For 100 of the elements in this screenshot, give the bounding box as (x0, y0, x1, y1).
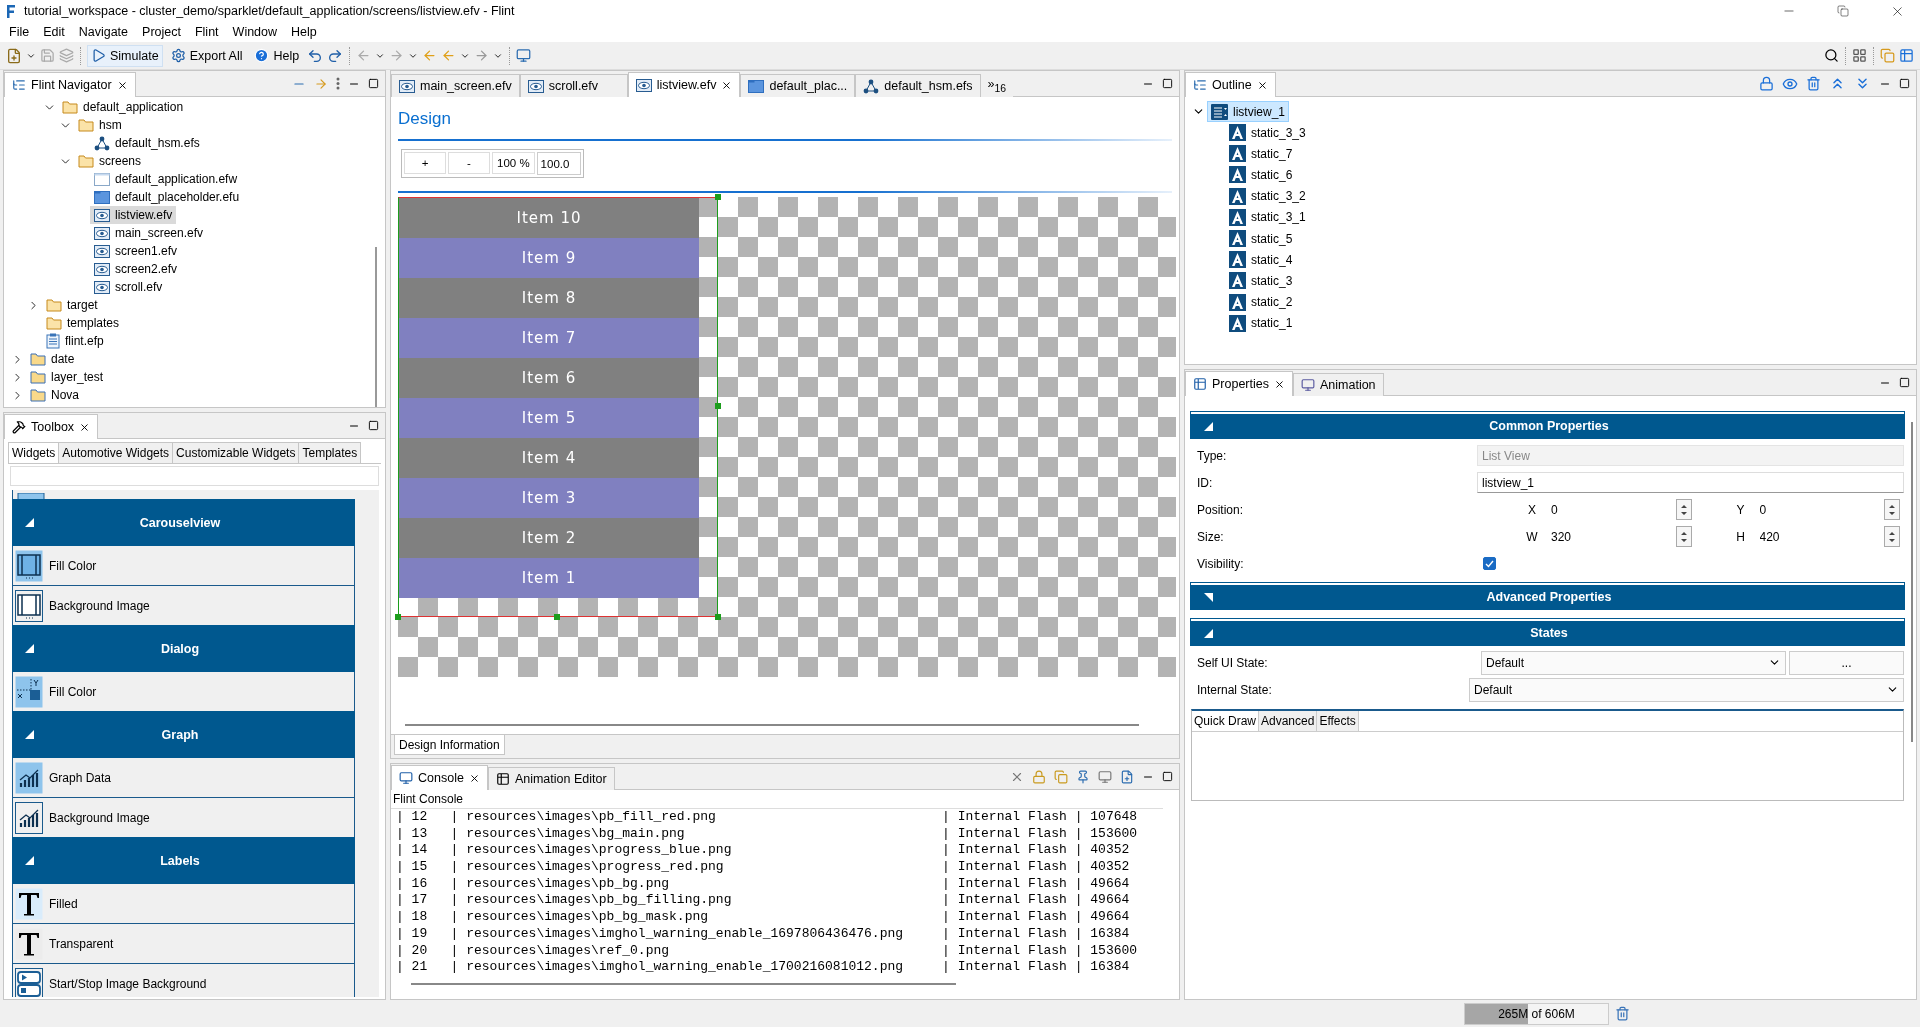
tab[interactable]: Automotive Widgets (58, 442, 174, 463)
list-item[interactable]: Item 10 (399, 198, 699, 238)
menu-item[interactable]: Help (284, 25, 324, 39)
tree-item[interactable]: main_screen.efv (90, 224, 208, 242)
editor-tab[interactable]: listview.efv (627, 72, 741, 97)
tree-item[interactable]: static_4 (1225, 249, 1297, 271)
dropdown[interactable]: Default (1481, 650, 1786, 675)
list-item[interactable]: Item 5 (399, 398, 699, 438)
panel-tab[interactable]: Toolbox (4, 414, 99, 439)
widget-item[interactable]: Filled (12, 884, 355, 924)
list-item[interactable]: Item 2 (399, 518, 699, 558)
menu-item[interactable]: Window (225, 25, 285, 39)
editor-tab[interactable]: scroll.efv (519, 74, 628, 97)
group-header[interactable]: Dialog (12, 625, 355, 672)
selection-frame[interactable]: Item 10 Item 9 Item 8 Item 7 Item 6 Item 5 Item 4 Item 3 Item 2 Item 1 (398, 197, 718, 617)
panel-tab[interactable]: Flint Navigator (4, 72, 136, 97)
tree-item[interactable]: listview_1 (1207, 101, 1290, 122)
list-item[interactable]: Item 8 (399, 278, 699, 318)
tree-item[interactable]: layer_test (26, 368, 108, 386)
tree-item[interactable]: static_2 (1225, 291, 1297, 313)
list-item[interactable]: Item 1 (399, 558, 699, 598)
widget-item[interactable]: Start/Stop Image Background (12, 964, 355, 997)
menu-item[interactable]: File (2, 25, 37, 39)
menu-item[interactable]: Navigate (71, 25, 136, 39)
text-field[interactable]: listview_1 (1477, 472, 1904, 493)
help-button[interactable]: Help (250, 44, 304, 67)
tree-item[interactable]: screen1.efv (90, 242, 182, 260)
export-button[interactable]: Export All (166, 44, 247, 67)
bottom-tab[interactable]: Design Information (394, 735, 505, 755)
tab[interactable]: Widgets (8, 442, 60, 463)
editor-tab[interactable]: default_plac... (740, 74, 856, 97)
tree-item[interactable]: screen2.efv (90, 260, 182, 278)
list-item[interactable]: Item 3 (399, 478, 699, 518)
tree-item[interactable]: date (26, 350, 79, 368)
group-header[interactable]: Labels (12, 837, 355, 884)
section-header[interactable]: Common Properties (1191, 412, 1904, 438)
tree-item[interactable]: Nova (26, 386, 83, 404)
tab[interactable]: Effects (1317, 711, 1359, 731)
tree-item[interactable]: default_hsm.efs (90, 134, 204, 152)
dropdown[interactable]: Default (1469, 677, 1904, 702)
tree-item[interactable]: static_5 (1225, 227, 1297, 250)
tree-item[interactable]: static_6 (1225, 164, 1297, 186)
axis-label: X (1527, 502, 1537, 517)
console-cell: | 107648 (1074, 809, 1138, 826)
list-item[interactable]: Item 7 (399, 318, 699, 358)
tab[interactable]: Customizable Widgets (172, 442, 300, 463)
list-item[interactable]: Item 6 (399, 358, 699, 398)
tree-item[interactable]: static_3_1 (1225, 206, 1310, 228)
tree-item[interactable]: scroll.efv (90, 278, 167, 296)
section-header[interactable]: Advanced Properties (1191, 583, 1904, 609)
menu-item[interactable]: Flint (187, 25, 226, 39)
tab[interactable]: Advanced (1259, 711, 1318, 731)
group-header[interactable]: Carouselview (12, 499, 355, 546)
tree-item[interactable]: default_placeholder.efu (90, 188, 244, 206)
tree-item[interactable]: static_7 (1225, 143, 1297, 165)
tab[interactable]: Templates (298, 442, 362, 463)
editor-tab[interactable]: default_hsm.efs (855, 74, 981, 97)
tree-item[interactable]: static_3_3 (1225, 122, 1310, 144)
console-cell-text: | 14 (396, 842, 429, 860)
tree-item[interactable]: default_application.efw (90, 170, 242, 188)
tree-item[interactable]: static_3_2 (1225, 185, 1310, 207)
field-label: Position: (1197, 502, 1245, 517)
widget-item[interactable]: Graph Data (12, 758, 355, 798)
tree-item[interactable]: screens (74, 152, 146, 170)
widget-item[interactable]: Transparent (12, 924, 355, 964)
panel-tab[interactable]: Animation Editor (487, 767, 615, 790)
widget-item[interactable]: Fill Color (12, 672, 355, 712)
panel-tab[interactable]: Animation (1293, 373, 1384, 396)
console-cell-text: | Internal Flash (942, 959, 1068, 976)
panel-tab[interactable]: Console (391, 765, 488, 790)
tree-item[interactable]: listview.efv (90, 206, 177, 224)
widget-item[interactable]: Background Image (12, 798, 355, 838)
list-item[interactable]: Item 4 (399, 438, 699, 478)
menu-item[interactable]: Edit (36, 25, 72, 39)
group-header[interactable]: Graph (12, 711, 355, 758)
zoom-button[interactable]: 100 % (492, 152, 535, 174)
tree-item[interactable]: default_application (58, 98, 188, 116)
panel-tab[interactable]: Properties (1185, 371, 1293, 396)
section-header[interactable]: States (1191, 619, 1904, 645)
tree-item[interactable]: hsm (74, 116, 126, 134)
tree-item[interactable]: templates (42, 314, 124, 332)
zoom-button[interactable]: + (404, 152, 446, 174)
tree-item[interactable]: static_3 (1225, 270, 1297, 292)
tree-item[interactable]: static_1 (1225, 312, 1297, 334)
menu-item[interactable]: Project (135, 25, 188, 39)
zoom-field[interactable]: 100.0 (536, 152, 581, 175)
console-cell-text: | 49664 (1074, 909, 1131, 926)
tab[interactable]: Quick Draw (1192, 711, 1259, 731)
list-item[interactable]: Item 9 (399, 238, 699, 278)
tree-item[interactable]: target (42, 296, 102, 314)
panel-tab[interactable]: Outline (1185, 72, 1276, 97)
tree-item[interactable]: flint.efp (42, 332, 108, 350)
more-button[interactable]: ... (1789, 650, 1904, 675)
console-cell-text: | resources\images\pb_bg.png (450, 875, 671, 893)
widget-item[interactable]: Background Image (12, 586, 355, 626)
widget-item[interactable]: Fill Color (12, 546, 355, 586)
zoom-button[interactable]: - (448, 152, 490, 174)
simulate-button[interactable]: Simulate (87, 44, 163, 67)
editor-tab[interactable]: main_screen.efv (391, 74, 520, 97)
field-label: Internal State: (1197, 682, 1273, 697)
